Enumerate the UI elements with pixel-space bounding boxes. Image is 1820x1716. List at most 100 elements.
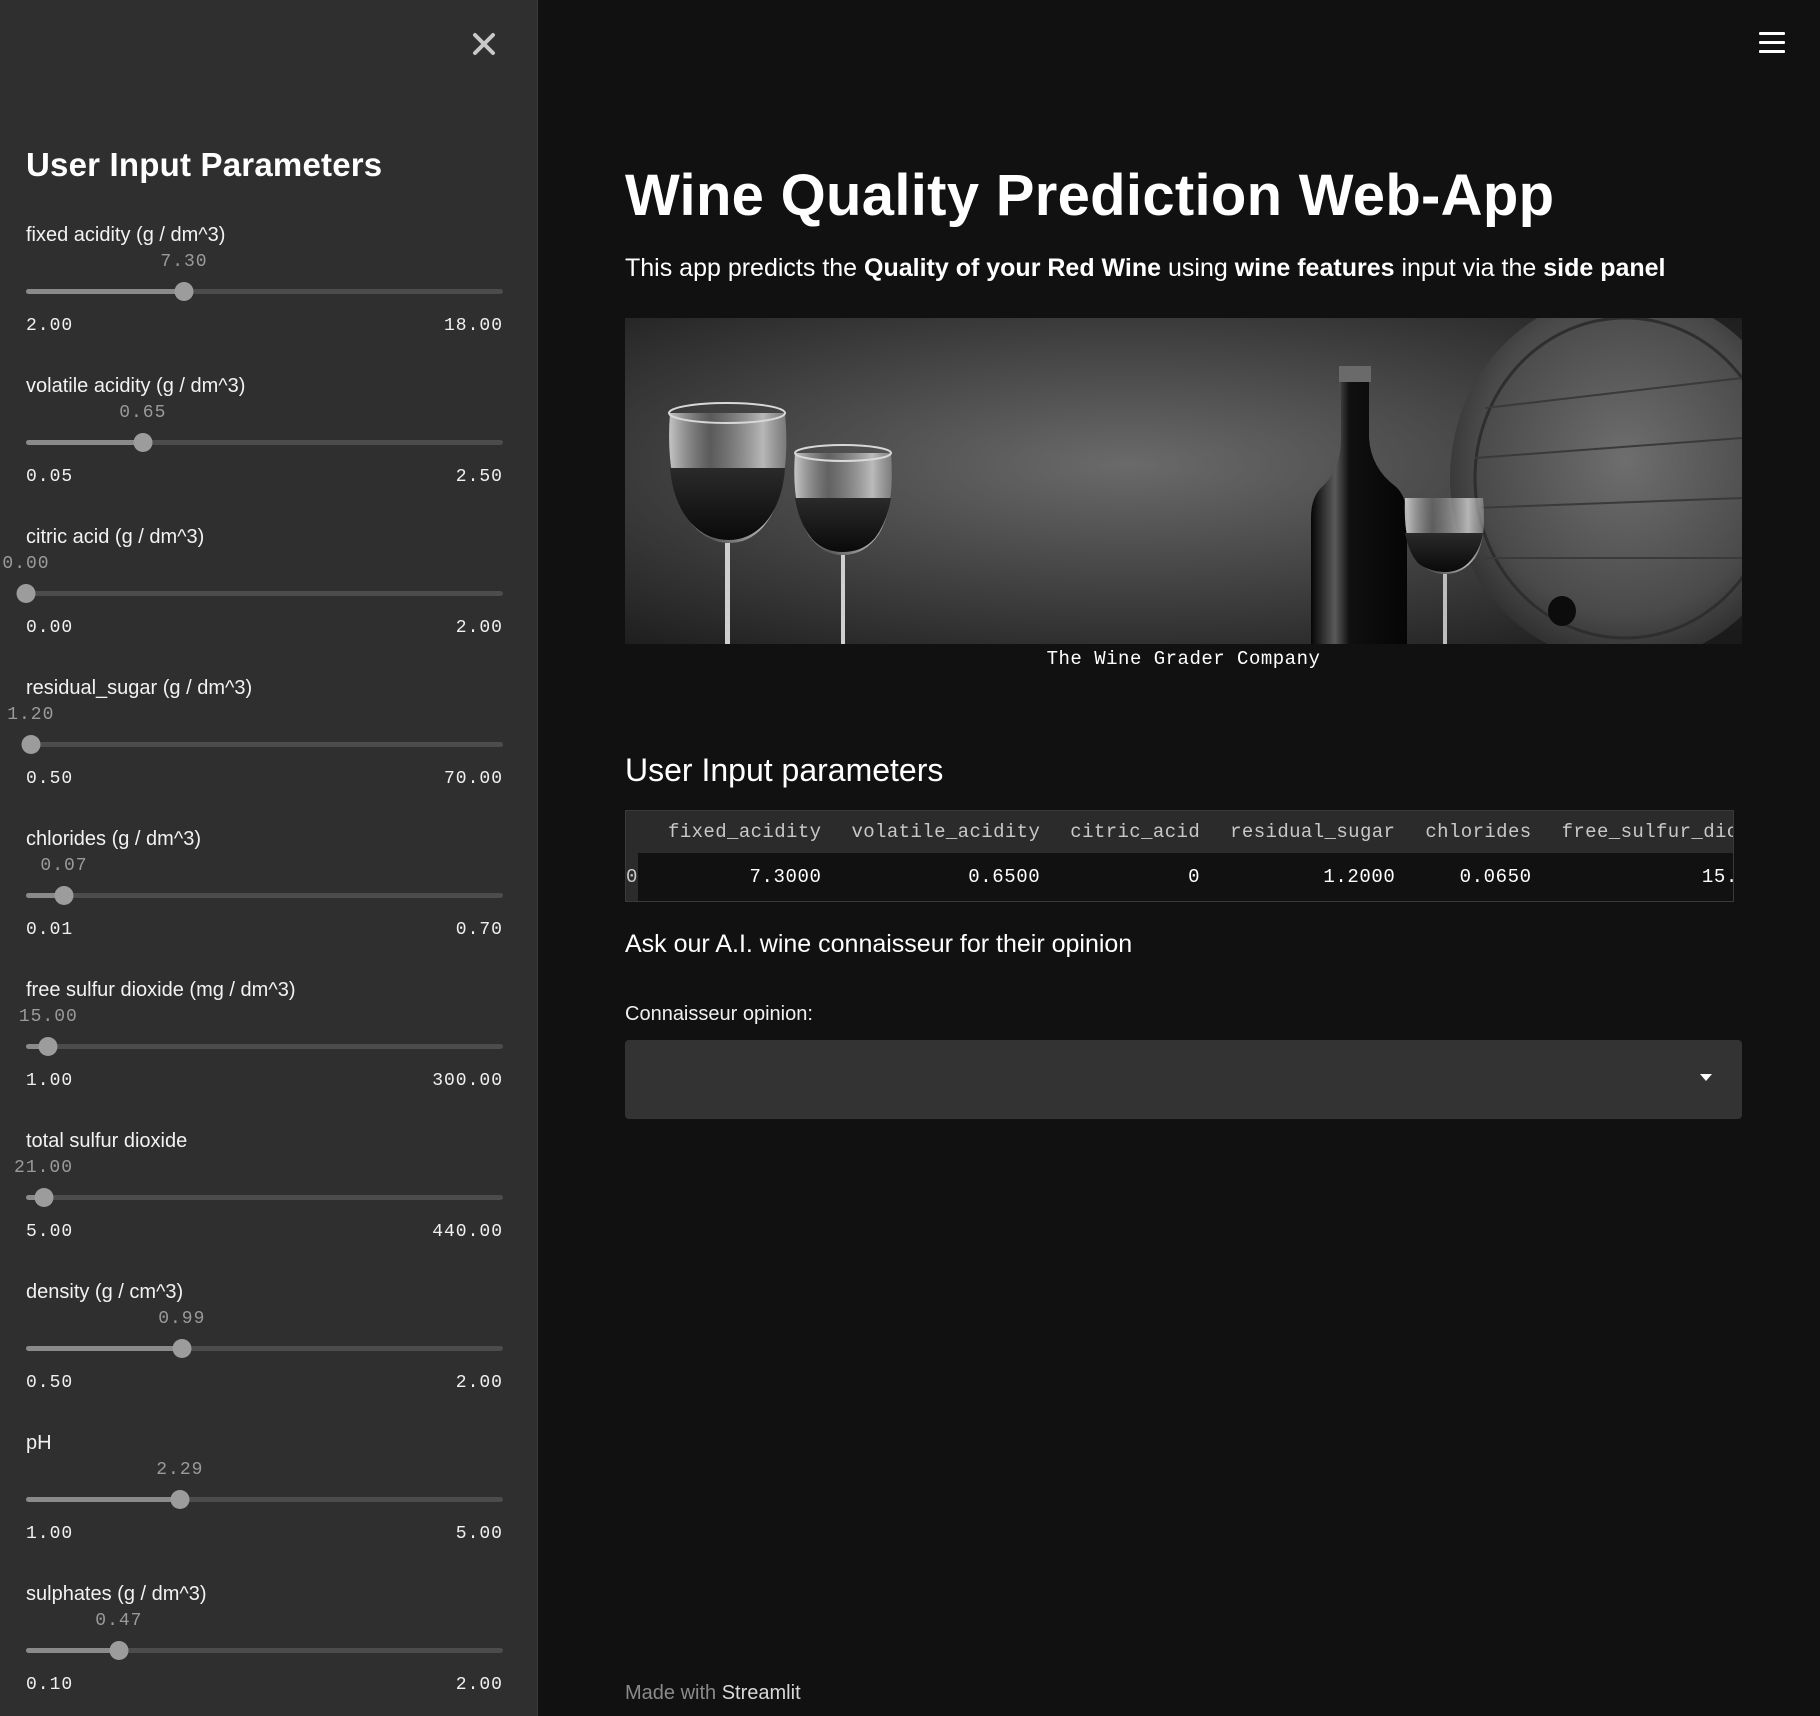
slider-current-value: 0.00 xyxy=(2,554,50,574)
column-header[interactable]: volatile_acidity xyxy=(821,811,1041,853)
table-cell[interactable]: 1.2000 xyxy=(1200,853,1396,901)
intro-bold: side panel xyxy=(1543,254,1666,282)
slider-max-value: 300.00 xyxy=(432,1071,503,1091)
slider-fill xyxy=(26,440,143,445)
slider-track[interactable] xyxy=(26,282,503,301)
column-header[interactable]: free_sulfur_dioxide xyxy=(1531,811,1733,853)
slider: total sulfur dioxide 21.00 5.00 440.00 xyxy=(0,1130,538,1260)
slider-label: density (g / cm^3) xyxy=(26,1281,184,1303)
slider-max-value: 0.70 xyxy=(455,920,503,940)
slider-thumb[interactable] xyxy=(174,282,194,301)
slider-current-value: 1.20 xyxy=(7,705,55,725)
slider-thumb[interactable] xyxy=(16,584,36,603)
table-cell[interactable]: 15.0000 xyxy=(1531,853,1733,901)
slider-label: free sulfur dioxide (mg / dm^3) xyxy=(26,979,296,1001)
slider-thumb[interactable] xyxy=(172,1339,192,1358)
slider-thumb[interactable] xyxy=(54,886,74,905)
slider-track[interactable] xyxy=(26,1037,503,1056)
ask-connaisseur-text: Ask our A.I. wine connaisseur for their … xyxy=(625,930,1133,958)
slider-current-value: 7.30 xyxy=(160,252,208,272)
slider-track[interactable] xyxy=(26,1188,503,1207)
slider-current-value: 2.29 xyxy=(156,1460,204,1480)
slider-current-value: 0.07 xyxy=(40,856,88,876)
slider-current-value: 21.00 xyxy=(14,1158,74,1178)
slider: pH 2.29 1.00 5.00 xyxy=(0,1432,538,1562)
intro-bold: Quality of your Red Wine xyxy=(864,254,1162,282)
slider-label: fixed acidity (g / dm^3) xyxy=(26,224,226,246)
intro-part: This app predicts the xyxy=(625,254,865,282)
chevron-down-icon xyxy=(1700,1074,1712,1081)
slider-min-value: 1.00 xyxy=(26,1524,74,1544)
page-title: Wine Quality Prediction Web-App xyxy=(625,163,1555,228)
slider-label: total sulfur dioxide xyxy=(26,1130,188,1152)
slider-thumb[interactable] xyxy=(38,1037,58,1056)
intro-part: input via the xyxy=(1394,254,1544,282)
column-header[interactable]: citric_acid xyxy=(1040,811,1201,853)
sidebar-title: User Input Parameters xyxy=(26,146,383,183)
table-cell[interactable]: 0 xyxy=(1040,853,1201,901)
slider-thumb[interactable] xyxy=(109,1641,129,1660)
slider-min-value: 1.00 xyxy=(26,1071,74,1091)
slider: fixed acidity (g / dm^3) 7.30 2.00 18.00 xyxy=(0,224,538,354)
slider-fill xyxy=(26,289,184,294)
slider-min-value: 0.50 xyxy=(26,1373,74,1393)
slider-min-value: 5.00 xyxy=(26,1222,74,1242)
slider-track[interactable] xyxy=(26,886,503,905)
slider: chlorides (g / dm^3) 0.07 0.01 0.70 xyxy=(0,828,538,958)
slider-fill xyxy=(26,1497,180,1502)
slider-min-value: 0.00 xyxy=(26,618,74,638)
slider-thumb[interactable] xyxy=(34,1188,54,1207)
table-body: 07.30000.650001.20000.065015.0000 xyxy=(626,853,1733,901)
slider: free sulfur dioxide (mg / dm^3) 15.00 1.… xyxy=(0,979,538,1109)
close-sidebar-button[interactable] xyxy=(466,26,502,62)
slider-track[interactable] xyxy=(26,1339,503,1358)
streamlit-link[interactable]: Streamlit xyxy=(722,1682,801,1704)
slider: sulphates (g / dm^3) 0.47 0.10 2.00 xyxy=(0,1583,538,1713)
slider-thumb[interactable] xyxy=(21,735,41,754)
slider: citric acid (g / dm^3) 0.00 0.00 2.00 xyxy=(0,526,538,656)
connaisseur-select-label: Connaisseur opinion: xyxy=(625,1003,813,1025)
parameters-table[interactable]: fixed_acidity volatile_acidity citric_acid… xyxy=(625,810,1734,902)
slider-thumb[interactable] xyxy=(133,433,153,452)
slider-track[interactable] xyxy=(16,584,503,603)
main-menu-button[interactable] xyxy=(1759,32,1785,54)
slider-max-value: 5.00 xyxy=(455,1524,503,1544)
slider-track[interactable] xyxy=(26,1641,503,1660)
column-header[interactable]: residual_sugar xyxy=(1200,811,1396,853)
slider-fill xyxy=(26,1346,182,1351)
slider: volatile acidity (g / dm^3) 0.65 0.05 2.… xyxy=(0,375,538,505)
slider-max-value: 2.00 xyxy=(455,618,503,638)
footer-prefix: Made with xyxy=(625,1682,722,1704)
slider-current-value: 15.00 xyxy=(18,1007,78,1027)
index-header xyxy=(626,811,639,853)
row-index: 0 xyxy=(626,853,639,901)
table-cell[interactable]: 0.6500 xyxy=(821,853,1041,901)
slider: density (g / cm^3) 0.99 0.50 2.00 xyxy=(0,1281,538,1411)
slider-track[interactable] xyxy=(26,433,503,452)
hero-image-wine-glasses-bottle-barrel xyxy=(625,318,1742,644)
slider-track[interactable] xyxy=(26,1490,503,1509)
slider-min-value: 2.00 xyxy=(26,316,74,336)
slider-track[interactable] xyxy=(21,735,503,754)
intro-bold: wine features xyxy=(1234,254,1395,282)
slider-max-value: 2.50 xyxy=(455,467,503,487)
footer: Made with Streamlit xyxy=(625,1682,801,1705)
slider-current-value: 0.99 xyxy=(158,1309,206,1329)
intro-part: using xyxy=(1161,254,1235,282)
column-header[interactable]: fixed_acidity xyxy=(638,811,822,853)
slider-thumb[interactable] xyxy=(170,1490,190,1509)
slider-label: residual_sugar (g / dm^3) xyxy=(26,677,253,699)
table-row: 07.30000.650001.20000.065015.0000 xyxy=(626,853,1733,901)
slider-max-value: 440.00 xyxy=(432,1222,503,1242)
slider-current-value: 0.65 xyxy=(119,403,167,423)
column-header[interactable]: chlorides xyxy=(1395,811,1532,853)
table-cell[interactable]: 7.3000 xyxy=(638,853,822,901)
table-header-row: fixed_acidity volatile_acidity citric_acid… xyxy=(626,811,1733,853)
section-title-user-input: User Input parameters xyxy=(625,752,944,788)
slider-min-value: 0.05 xyxy=(26,467,74,487)
table-cell[interactable]: 0.0650 xyxy=(1395,853,1532,901)
intro-text: This app predicts the Quality of your Re… xyxy=(625,254,1665,283)
slider-min-value: 0.10 xyxy=(26,1675,74,1695)
slider-max-value: 70.00 xyxy=(443,769,503,789)
connaisseur-opinion-select[interactable] xyxy=(625,1040,1742,1119)
